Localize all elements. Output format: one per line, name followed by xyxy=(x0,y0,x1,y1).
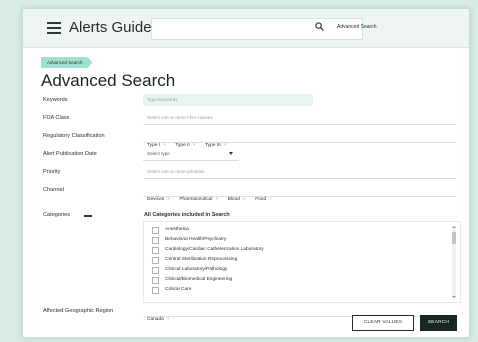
menu-icon[interactable] xyxy=(47,22,61,34)
alert-date-label: Alert Publication Date xyxy=(43,151,97,157)
checkbox[interactable] xyxy=(152,247,159,254)
categories-label: Categories xyxy=(43,212,71,218)
fda-class-label: FDA Class xyxy=(43,115,70,121)
search-button[interactable]: SEARCH xyxy=(420,315,457,331)
remove-chip-icon[interactable]: × xyxy=(167,197,170,202)
keywords-label: Keywords xyxy=(43,97,68,103)
scroll-down-icon[interactable] xyxy=(452,296,456,298)
clear-values-button[interactable]: CLEAR VALUES xyxy=(352,315,414,331)
remove-chip-icon[interactable]: × xyxy=(215,197,218,202)
breadcrumb[interactable]: Advanced Search xyxy=(41,57,93,68)
scroll-thumb[interactable] xyxy=(452,232,456,244)
remove-chip-icon[interactable]: × xyxy=(243,197,246,202)
remove-chip-icon[interactable]: × xyxy=(269,197,272,202)
top-bar: Alerts Guide Advanced Search xyxy=(23,9,469,48)
regulatory-label: Regulatory Classification xyxy=(43,133,105,139)
checkbox[interactable] xyxy=(152,257,159,264)
search-icon[interactable] xyxy=(315,22,324,31)
channel-select[interactable]: Devices × Pharmaceutical × Blood × Food × xyxy=(143,184,457,202)
geo-region-label: Affected Geographic Region xyxy=(43,308,114,314)
alert-date-select[interactable]: Select type xyxy=(143,148,239,161)
categories-heading: All Categories included in Search xyxy=(144,212,230,218)
chip-canada: Canada × xyxy=(147,317,170,322)
fda-class-placeholder: Select one or more FDA classes xyxy=(147,115,213,120)
advanced-search-link[interactable]: Advanced Search xyxy=(337,24,376,30)
checkbox[interactable] xyxy=(152,237,159,244)
keywords-input[interactable]: Type keywords xyxy=(143,94,313,106)
categories-list[interactable]: Anesthesia Behavioral Health/Psychiatry … xyxy=(143,221,461,303)
checkbox[interactable] xyxy=(152,227,159,234)
chip-food: Food × xyxy=(255,197,272,202)
collapse-icon[interactable] xyxy=(84,215,92,217)
scrollbar[interactable] xyxy=(452,226,456,298)
priority-placeholder: Select one or more priorities xyxy=(147,169,205,174)
checkbox[interactable] xyxy=(152,267,159,274)
page-title: Advanced Search xyxy=(41,71,176,90)
remove-chip-icon[interactable]: × xyxy=(167,317,170,322)
chip-devices: Devices × xyxy=(147,197,170,202)
chevron-down-icon xyxy=(229,152,233,155)
app-window: Alerts Guide Advanced Search Advanced Se… xyxy=(22,8,470,338)
checkbox[interactable] xyxy=(152,277,159,284)
search-input[interactable] xyxy=(151,18,363,40)
fda-class-select[interactable]: Select one or more FDA classes xyxy=(143,112,457,125)
channel-label: Channel xyxy=(43,187,64,193)
alert-date-value: Select type xyxy=(147,151,170,156)
checkbox[interactable] xyxy=(152,287,159,294)
priority-label: Priority xyxy=(43,169,61,175)
priority-select[interactable]: Select one or more priorities xyxy=(143,166,457,179)
scroll-up-icon[interactable] xyxy=(452,226,456,228)
keywords-placeholder: Type keywords xyxy=(147,97,178,102)
regulatory-select[interactable]: Type I × Type II × Type III × xyxy=(143,130,457,148)
app-title: Alerts Guide xyxy=(69,19,152,36)
chip-blood: Blood × xyxy=(227,197,246,202)
chip-pharmaceutical: Pharmaceutical × xyxy=(179,197,219,202)
